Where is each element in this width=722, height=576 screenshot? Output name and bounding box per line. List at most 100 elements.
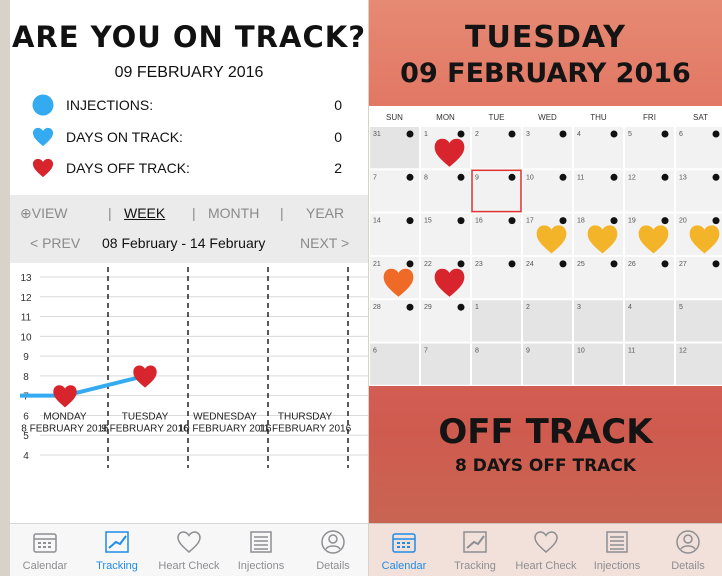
- calendar-screen: TUESDAY 09 FEBRUARY 2016 SUN MON TUE WED THU…: [369, 0, 722, 576]
- moon-phase-icon: [661, 260, 669, 268]
- calendar-day-number: 2: [475, 131, 479, 138]
- data-point-heart[interactable]: [53, 385, 77, 408]
- heart-icon: [32, 158, 54, 178]
- tab-month[interactable]: MONTH: [208, 205, 259, 221]
- calendar-day-number: 19: [628, 218, 636, 225]
- calendar-day-number: 15: [424, 218, 432, 225]
- weekday-header: THU: [590, 113, 607, 122]
- y-tick-label: 4: [23, 451, 29, 462]
- calendar-day-cell[interactable]: [471, 342, 522, 386]
- tab-week[interactable]: WEEK: [124, 205, 165, 221]
- calendar-day-number: 27: [679, 261, 687, 268]
- stat-value: 0: [334, 97, 342, 113]
- next-button[interactable]: NEXT >: [300, 235, 349, 251]
- weekday-header: MON: [436, 113, 455, 122]
- calendar-day-number: 24: [526, 261, 534, 268]
- calendar-day-number: 8: [424, 174, 428, 181]
- chart-icon: [463, 531, 487, 553]
- tab-tracking[interactable]: Tracking: [82, 528, 152, 572]
- tab-label: Calendar: [381, 560, 427, 572]
- tab-year[interactable]: YEAR: [306, 205, 344, 221]
- moon-phase-icon: [406, 260, 414, 268]
- calendar-day-number: 12: [679, 348, 687, 355]
- calendar-day-number: 10: [577, 348, 585, 355]
- moon-phase-icon: [508, 217, 516, 225]
- stat-value: 2: [334, 160, 342, 176]
- tab-injections[interactable]: Injections: [226, 528, 296, 572]
- weekday-header: WED: [538, 113, 557, 122]
- tab-details[interactable]: Details: [653, 528, 722, 572]
- divider: |: [280, 205, 284, 221]
- calendar-day-cell[interactable]: [471, 299, 522, 343]
- zoom-icon: ⊕: [20, 205, 32, 221]
- data-point-heart[interactable]: [133, 365, 157, 388]
- tab-label: Tracking: [454, 560, 496, 572]
- date-range: 08 February - 14 February: [102, 235, 266, 251]
- tab-label: Heart Check: [158, 560, 220, 572]
- calendar-day-number: 6: [373, 348, 377, 355]
- stat-days-off-track: DAYS OFF TRACK: 2: [32, 157, 342, 179]
- y-tick-label: 13: [20, 273, 32, 284]
- calendar-day-cell[interactable]: [573, 299, 624, 343]
- moon-phase-icon: [559, 260, 567, 268]
- view-label: VIEW: [31, 205, 68, 221]
- stat-value: 0: [334, 129, 342, 145]
- heart-icon: [32, 127, 54, 147]
- calendar-day-number: 6: [679, 131, 683, 138]
- moon-phase-icon: [712, 217, 720, 225]
- stat-label: DAYS OFF TRACK:: [66, 160, 190, 176]
- calendar-day-number: 7: [424, 348, 428, 355]
- calendar-day-number: 23: [475, 261, 483, 268]
- tab-bar: Calendar Tracking Heart Check Injections Det…: [10, 523, 368, 576]
- x-tick-day: MONDAY: [43, 411, 86, 422]
- calendar-day-cell[interactable]: [522, 299, 573, 343]
- x-tick-date: 9 FEBRUARY 2016: [101, 423, 189, 434]
- moon-phase-icon: [457, 303, 465, 311]
- calendar-day-cell[interactable]: [369, 342, 420, 386]
- moon-phase-icon: [406, 303, 414, 311]
- calendar-day-number: 3: [526, 131, 530, 138]
- tab-heart-check[interactable]: Heart Check: [511, 528, 581, 572]
- y-tick-label: 8: [23, 372, 29, 383]
- calendar-day-cell[interactable]: [420, 342, 471, 386]
- moon-phase-icon: [712, 260, 720, 268]
- tab-heart-check[interactable]: Heart Check: [154, 528, 224, 572]
- calendar-day-number: 20: [679, 218, 687, 225]
- y-tick-label: 6: [23, 411, 29, 422]
- track-status: OFF TRACK: [438, 412, 653, 452]
- view-button[interactable]: ⊕VIEW: [20, 205, 68, 222]
- calendar-day-number: 31: [373, 131, 381, 138]
- calendar-day-number: 2: [526, 304, 530, 311]
- calendar-day-number: 4: [577, 131, 581, 138]
- tracking-screen: ARE YOU ON TRACK? 09 FEBRUARY 2016 INJEC…: [10, 0, 368, 576]
- moon-phase-icon: [457, 173, 465, 181]
- tab-label: Tracking: [96, 560, 138, 572]
- prev-button[interactable]: < PREV: [30, 235, 80, 251]
- moon-phase-icon: [712, 173, 720, 181]
- calendar-day-number: 11: [577, 174, 584, 181]
- list-icon: [606, 531, 628, 553]
- stat-injections: INJECTIONS: 0: [32, 94, 342, 116]
- tab-details[interactable]: Details: [298, 528, 368, 572]
- divider: |: [192, 205, 196, 221]
- tab-label: Injections: [237, 560, 285, 572]
- tab-label: Details: [671, 560, 705, 572]
- moon-phase-icon: [406, 130, 414, 138]
- off-track-count: 8 DAYS OFF TRACK: [455, 456, 636, 476]
- calendar-day-cell[interactable]: [624, 299, 675, 343]
- weekday-header: FRI: [643, 113, 656, 122]
- moon-phase-icon: [508, 130, 516, 138]
- calendar-day-number: 17: [526, 218, 534, 225]
- calendar-day-number: 10: [526, 174, 534, 181]
- y-tick-label: 9: [23, 352, 29, 363]
- tab-injections[interactable]: Injections: [582, 528, 652, 572]
- moon-phase-icon: [559, 217, 567, 225]
- tab-calendar[interactable]: Calendar: [369, 528, 439, 572]
- weekday-header: TUE: [489, 113, 505, 122]
- tab-tracking[interactable]: Tracking: [440, 528, 510, 572]
- moon-phase-icon: [406, 173, 414, 181]
- tab-calendar[interactable]: Calendar: [10, 528, 80, 572]
- moon-phase-icon: [559, 130, 567, 138]
- weekly-chart: 45678910111213MONDAY8 FEBRUARY 2016TUESD…: [20, 267, 368, 468]
- calendar-day-cell[interactable]: [522, 342, 573, 386]
